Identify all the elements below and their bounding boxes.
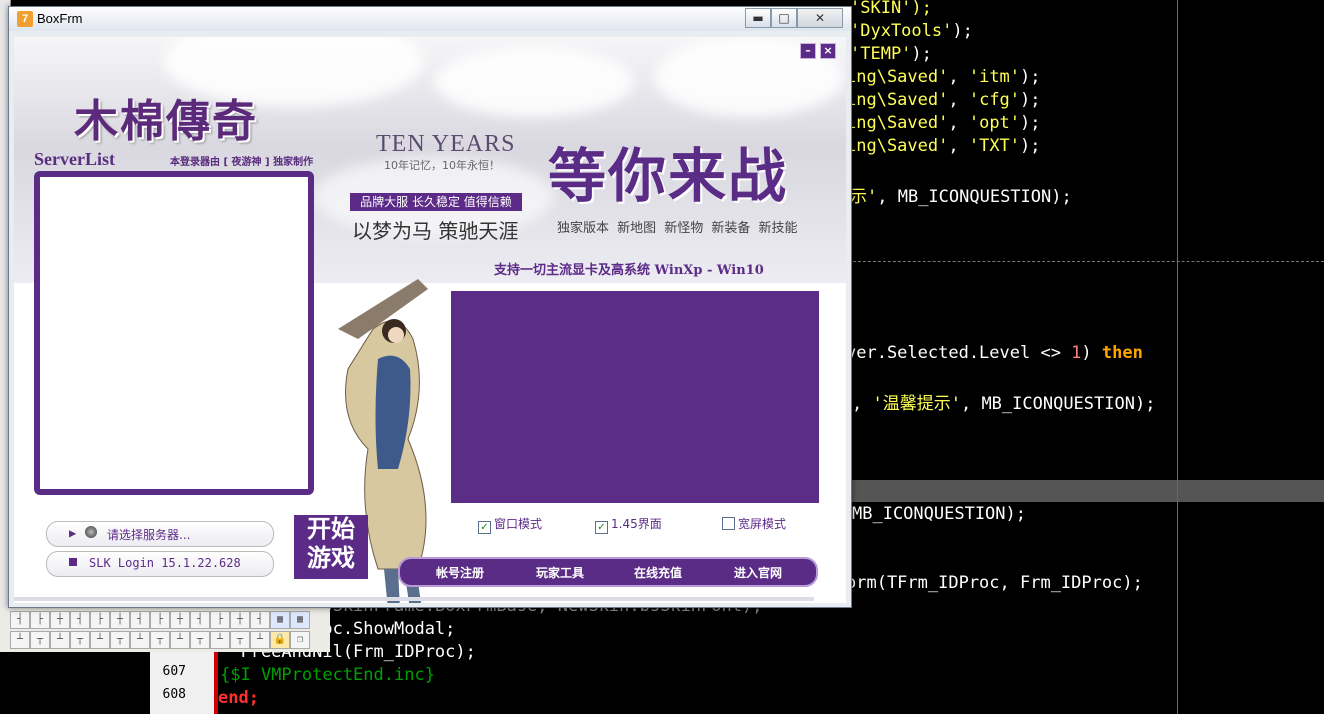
news-panel[interactable] — [451, 291, 819, 503]
widescreen-checkbox[interactable]: 宽屏模式 — [722, 515, 786, 532]
code-line: 'DyxTools'); — [850, 21, 973, 41]
window-mode-checkbox[interactable]: ✓ 窗口模式 — [478, 515, 542, 534]
align-icon[interactable]: ┼ — [50, 611, 70, 629]
credit-text: 本登录器由 [ 夜游神 ] 独家制作 — [170, 157, 314, 168]
align-icon[interactable]: ┤ — [10, 611, 30, 629]
align-icon[interactable]: ├ — [210, 611, 230, 629]
nav-recharge[interactable]: 在线充值 — [634, 564, 682, 581]
divider — [14, 597, 814, 601]
code-line: orm(TFrm_IDProc, Frm_IDProc); — [846, 573, 1143, 593]
server-select-button[interactable]: ▶ 请选择服务器... — [46, 521, 274, 547]
align-icon[interactable]: ┤ — [190, 611, 210, 629]
align-icon[interactable]: ┤ — [130, 611, 150, 629]
lock-icon[interactable]: 🔒 — [270, 631, 290, 649]
line-number: 608 — [162, 687, 186, 702]
align-icon[interactable]: ┴ — [90, 631, 110, 649]
align-icon[interactable]: ┤ — [70, 611, 90, 629]
align-icon[interactable]: ┬ — [30, 631, 50, 649]
launcher-minimize-button[interactable]: – — [800, 43, 816, 59]
align-icon[interactable]: ├ — [30, 611, 50, 629]
version-info: SLK Login 15.1.22.628 — [46, 551, 274, 577]
ui-145-checkbox[interactable]: ✓ 1.45界面 — [595, 515, 662, 534]
align-icon[interactable]: ┬ — [190, 631, 210, 649]
serverlist-title: ServerList — [34, 149, 115, 169]
server-list-frame — [34, 171, 314, 495]
big-title: 等你来战 — [548, 142, 789, 210]
window-title: BoxFrm — [37, 11, 83, 26]
component-palette[interactable]: ┤ ├ ┼ ┤ ├ ┼ ┤ ├ ┼ ┤ ├ ┼ ┤ ▦ ▦ ┴ ┬ ┴ ┬ ┴ … — [0, 608, 330, 652]
current-line-highlight — [848, 480, 1324, 502]
square-bullet-icon — [69, 558, 77, 566]
align-icon[interactable]: ├ — [150, 611, 170, 629]
align-icon[interactable]: ┴ — [10, 631, 30, 649]
code-line: end; — [218, 688, 259, 708]
align-icon[interactable]: ┬ — [70, 631, 90, 649]
code-line: ing\Saved', 'cfg'); — [846, 90, 1041, 110]
checkmark-icon: ✓ — [478, 521, 491, 534]
launcher-client: – × 木棉傳奇 ServerList 本登录器由 [ 夜游神 ] 独家制作 T… — [14, 37, 846, 603]
method-separator — [848, 261, 1324, 262]
align-icon[interactable]: ┬ — [150, 631, 170, 649]
grid-icon[interactable]: ▦ — [290, 611, 310, 629]
ten-years-subtitle: 10年记忆，10年永恒！ — [384, 159, 500, 172]
code-line: ing\Saved', 'opt'); — [846, 113, 1041, 133]
nav-official-site[interactable]: 进入官网 — [734, 564, 782, 581]
code-line: 'TEMP'); — [850, 44, 932, 64]
line-number: 607 — [162, 664, 186, 679]
ten-years-heading: TEN YEARS — [376, 131, 516, 157]
title-bar[interactable]: 7 BoxFrm ▬ □ ✕ — [9, 7, 851, 31]
code-line: ing\Saved', 'itm'); — [846, 67, 1041, 87]
code-line: {$I VMProtectEnd.inc} — [220, 665, 435, 685]
server-list[interactable] — [40, 177, 308, 489]
checkmark-icon: ✓ — [595, 521, 608, 534]
copy-icon[interactable]: ❐ — [290, 631, 310, 649]
code-line: ing\Saved', 'TXT'); — [846, 136, 1041, 156]
code-line: ver.Selected.Level <> 1) then — [846, 343, 1143, 363]
align-icon[interactable]: ┴ — [250, 631, 270, 649]
server-globe-icon — [85, 526, 97, 538]
checkbox-empty-icon — [722, 517, 735, 530]
slogan: 以梦为马 策驰天涯 — [352, 219, 519, 243]
right-margin-line — [1177, 0, 1178, 714]
align-icon[interactable]: ┼ — [230, 611, 250, 629]
boxfrm-window: 7 BoxFrm ▬ □ ✕ – × 木棉傳奇 ServerList 本登录器由… — [8, 6, 852, 608]
align-icon[interactable]: ┬ — [110, 631, 130, 649]
align-icon[interactable]: ├ — [90, 611, 110, 629]
align-icon[interactable]: ┬ — [230, 631, 250, 649]
features-text: 独家版本 新地图 新怪物 新装备 新技能 — [557, 221, 798, 236]
align-icon[interactable]: ┤ — [250, 611, 270, 629]
nav-register[interactable]: 帐号注册 — [436, 564, 484, 581]
play-icon: ▶ — [69, 526, 77, 540]
bottom-nav: 帐号注册 玩家工具 在线充值 进入官网 — [398, 557, 818, 587]
start-game-button[interactable]: 开始 游戏 — [294, 515, 368, 579]
support-text: 支持一切主流显卡及高系统 WinXp - Win10 — [494, 263, 764, 278]
code-line: MB_ICONQUESTION); — [852, 504, 1026, 524]
maximize-button[interactable]: □ — [771, 8, 797, 28]
align-icon[interactable]: ┴ — [210, 631, 230, 649]
code-line: 示', MB_ICONQUESTION); — [850, 187, 1072, 207]
code-line: 'SKIN'); — [850, 0, 932, 18]
close-button[interactable]: ✕ — [797, 8, 843, 28]
code-line: , '温馨提示', MB_ICONQUESTION); — [852, 394, 1156, 414]
game-logo: 木棉傳奇 — [74, 96, 258, 147]
slogan-badge: 品牌大服 长久稳定 值得信赖 — [350, 193, 522, 211]
app-icon: 7 — [17, 11, 33, 27]
minimize-button[interactable]: ▬ — [745, 8, 771, 28]
nav-player-tools[interactable]: 玩家工具 — [536, 564, 584, 581]
align-icon[interactable]: ┼ — [170, 611, 190, 629]
align-icon[interactable]: ┴ — [130, 631, 150, 649]
align-icon[interactable]: ┼ — [110, 611, 130, 629]
align-icon[interactable]: ┴ — [50, 631, 70, 649]
grid-icon[interactable]: ▦ — [270, 611, 290, 629]
align-icon[interactable]: ┴ — [170, 631, 190, 649]
launcher-close-button[interactable]: × — [820, 43, 836, 59]
